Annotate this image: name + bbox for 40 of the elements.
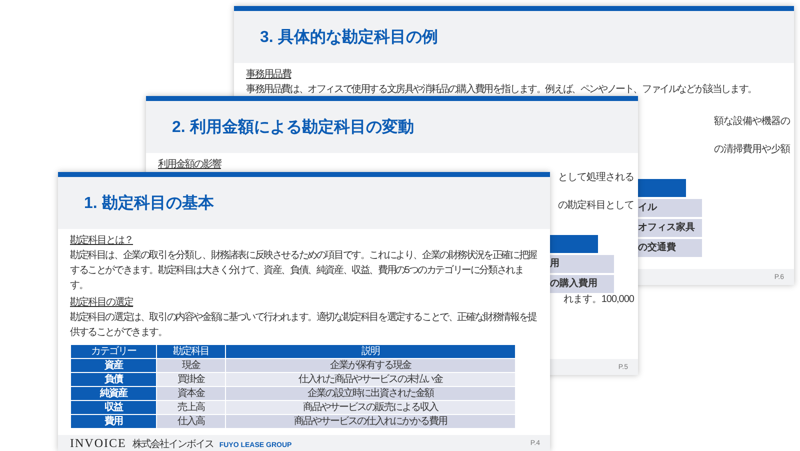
table-cell: 費用: [71, 415, 156, 428]
page-title: 1. 勘定科目の基本: [84, 193, 214, 214]
table-cell: の交通費: [638, 239, 702, 257]
table-cell: 純資産: [71, 387, 156, 400]
table-cell: イル: [638, 199, 702, 217]
text-fragment: として処理される: [558, 171, 635, 185]
table-cell: 企業の設立時に出資された金額: [226, 387, 515, 400]
column-header: 勘定科目: [157, 345, 225, 358]
table-cell: オフィス家具: [638, 219, 702, 237]
table-cell: 商品やサービスの販売による収入: [226, 401, 515, 414]
section-heading: 勘定科目とは？: [70, 235, 133, 247]
table-cell: 現金: [157, 359, 225, 372]
text-fragment: の勘定科目として: [558, 199, 635, 213]
brand-logo: INVOICE: [70, 436, 126, 450]
table-cell: 資産: [71, 359, 156, 372]
page-title: 2. 利用金額による勘定科目の変動: [172, 117, 414, 138]
table-cell: 資本金: [157, 387, 225, 400]
section-heading: 勘定科目の選定: [70, 297, 133, 309]
paragraph: 勘定科目は、企業の取引を分類し、財務諸表に反映させるための項目です。これにより、企業の財務状況を正確に把握することができます。勘定科目は大きく分けて、資産、負債、純資産、収益、費用の5つのカテゴリーに分類されます。: [70, 248, 538, 293]
text-fragment: 額な設備や機器の: [714, 115, 791, 129]
text-fragment: れます。100,000: [563, 293, 635, 307]
page-title: 3. 具体的な勘定科目の例: [260, 27, 438, 48]
section-heading: 利用金額の影響: [158, 159, 221, 171]
table-cell: 仕入れた商品やサービスの未払い金: [226, 373, 515, 386]
company-name: 株式会社インボイス: [132, 438, 214, 450]
section-heading: 事務用品費: [246, 69, 291, 81]
table-cell: 仕入高: [157, 415, 225, 428]
paragraph: 事務用品費は、オフィスで使用する文房具や消耗品の購入費用を指します。例えば、ペンやノート、ファイルなどが該当します。: [246, 82, 756, 97]
column-header: カテゴリー: [71, 345, 156, 358]
table-cell: 用: [550, 255, 614, 273]
table-cell: 収益: [71, 401, 156, 414]
column-header: 説明: [226, 345, 515, 358]
table-cell: 商品やサービスの仕入れにかかる費用: [226, 415, 515, 428]
table-cell: 負債: [71, 373, 156, 386]
paragraph: 勘定科目の選定は、取引の内容や金額に基づいて行われます。適切な勘定科目を選定することで、正確な財務情報を提供することができます。: [70, 310, 538, 340]
table-cell: の購入費用: [550, 275, 614, 293]
table-cell: 買掛金: [157, 373, 225, 386]
table-cell: 売上高: [157, 401, 225, 414]
table-cell: 企業が保有する現金: [226, 359, 515, 372]
text-fragment: の清掃費用や少額: [714, 143, 792, 157]
